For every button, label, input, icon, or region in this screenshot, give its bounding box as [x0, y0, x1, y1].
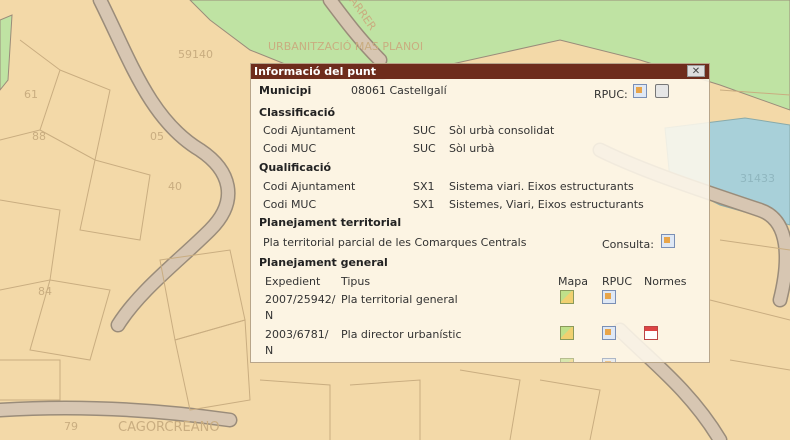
- general-heading: Planejament general: [259, 256, 388, 269]
- class-row2-label: Codi MUC: [263, 142, 317, 155]
- rpuc-doc-icon[interactable]: [633, 84, 647, 98]
- row2-normes-icon[interactable]: [644, 326, 658, 340]
- class-row1-desc: Sòl urbà consolidat: [449, 124, 555, 137]
- class-row2-desc: Sòl urbà: [449, 142, 495, 155]
- map-label-n5: 84: [38, 285, 52, 298]
- class-row1-code: SUC: [413, 124, 436, 137]
- close-button[interactable]: ✕: [687, 65, 705, 77]
- row2-expedient: 2003/6781/: [265, 328, 329, 341]
- row2-expedient-suffix: N: [265, 344, 274, 357]
- map-label-n1: 61: [24, 88, 38, 101]
- info-popup: Informació del punt ✕ Municipi 08061 Cas…: [250, 63, 710, 363]
- consulta-doc-icon[interactable]: [661, 234, 675, 248]
- class-row1-label: Codi Ajuntament: [263, 124, 356, 137]
- col-rpuc: RPUC: [602, 275, 633, 288]
- row2-map-icon[interactable]: [560, 326, 574, 340]
- territorial-heading: Planejament territorial: [259, 216, 402, 229]
- qualificacio-heading: Qualificació: [259, 161, 332, 174]
- map-label-place: CAGORCREANO: [118, 420, 220, 435]
- row2-tipus: Pla director urbanístic: [341, 328, 462, 341]
- row1-map-icon[interactable]: [560, 290, 574, 304]
- map-label-n6: 79: [64, 420, 78, 433]
- consulta-label: Consulta:: [602, 238, 654, 251]
- qual-row2-desc: Sistemes, Viari, Eixos estructurants: [449, 198, 644, 211]
- row1-tipus: Pla territorial general: [341, 293, 458, 306]
- map-label-block-right: 31433: [740, 172, 775, 185]
- qual-row1-desc: Sistema viari. Eixos estructurants: [449, 180, 634, 193]
- map-label-block-left: 59140: [178, 48, 213, 61]
- qual-row2-code: SX1: [413, 198, 435, 211]
- map-label-urbanitzacio: URBANITZACIÓ MAS PLANOI: [268, 40, 424, 53]
- row2-rpuc-icon[interactable]: [602, 326, 616, 340]
- municipi-value: 08061 Castellgalí: [351, 84, 447, 97]
- row3-rpuc-icon[interactable]: [602, 358, 616, 362]
- col-expedient: Expedient: [265, 275, 321, 288]
- classificacio-heading: Classificació: [259, 106, 336, 119]
- col-normes: Normes: [644, 275, 687, 288]
- qual-row1-label: Codi Ajuntament: [263, 180, 356, 193]
- map-label-n2: 88: [32, 130, 46, 143]
- row1-expedient-suffix: N: [265, 309, 274, 322]
- col-tipus: Tipus: [341, 275, 371, 288]
- map-label-n4: 40: [168, 180, 182, 193]
- class-row2-code: SUC: [413, 142, 436, 155]
- map-label-n3: 05: [150, 130, 164, 143]
- col-mapa: Mapa: [558, 275, 588, 288]
- qual-row1-code: SX1: [413, 180, 435, 193]
- print-icon[interactable]: [655, 84, 669, 98]
- row1-rpuc-icon[interactable]: [602, 290, 616, 304]
- row1-expedient: 2007/25942/: [265, 293, 336, 306]
- row3-map-icon[interactable]: [560, 358, 574, 362]
- popup-title: Informació del punt: [254, 65, 376, 78]
- qual-row2-label: Codi MUC: [263, 198, 317, 211]
- municipi-label: Municipi: [259, 84, 312, 97]
- rpuc-label: RPUC:: [594, 88, 628, 101]
- territorial-plan: Pla territorial parcial de les Comarques…: [263, 236, 527, 249]
- popup-titlebar[interactable]: Informació del punt ✕: [251, 64, 709, 79]
